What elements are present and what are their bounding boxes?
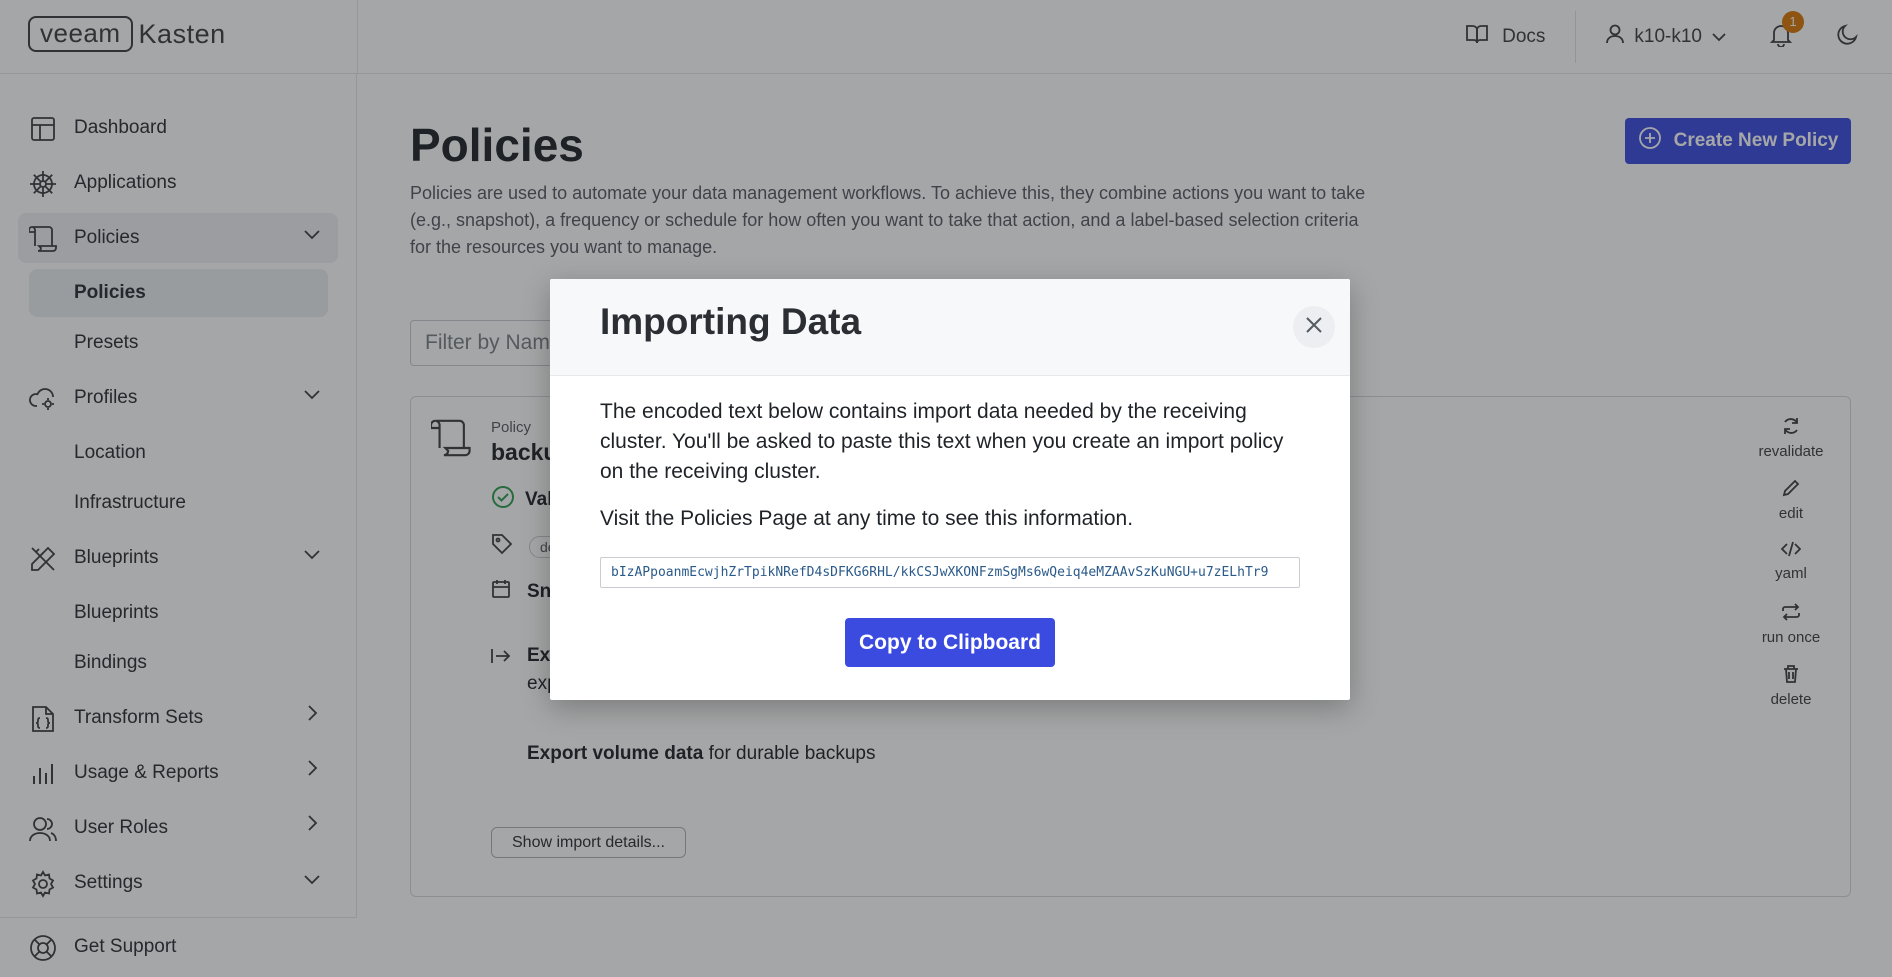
modal-visit-text: Visit the Policies Page at any time to s… <box>600 507 1134 530</box>
modal-body-text: The encoded text below contains import d… <box>600 400 1284 483</box>
modal-title: Importing Data <box>600 301 862 342</box>
modal-close-button[interactable] <box>1293 306 1335 348</box>
modal-header: Importing Data <box>550 279 1350 376</box>
importing-data-modal: Importing Data The encoded text below co… <box>550 279 1350 700</box>
copy-to-clipboard-button[interactable]: Copy to Clipboard <box>845 618 1055 667</box>
close-icon <box>1305 316 1323 339</box>
encoded-import-data-field[interactable]: bIzAPpoanmEcwjhZrTpikNRefD4sDFKG6RHL/kkC… <box>600 557 1300 588</box>
